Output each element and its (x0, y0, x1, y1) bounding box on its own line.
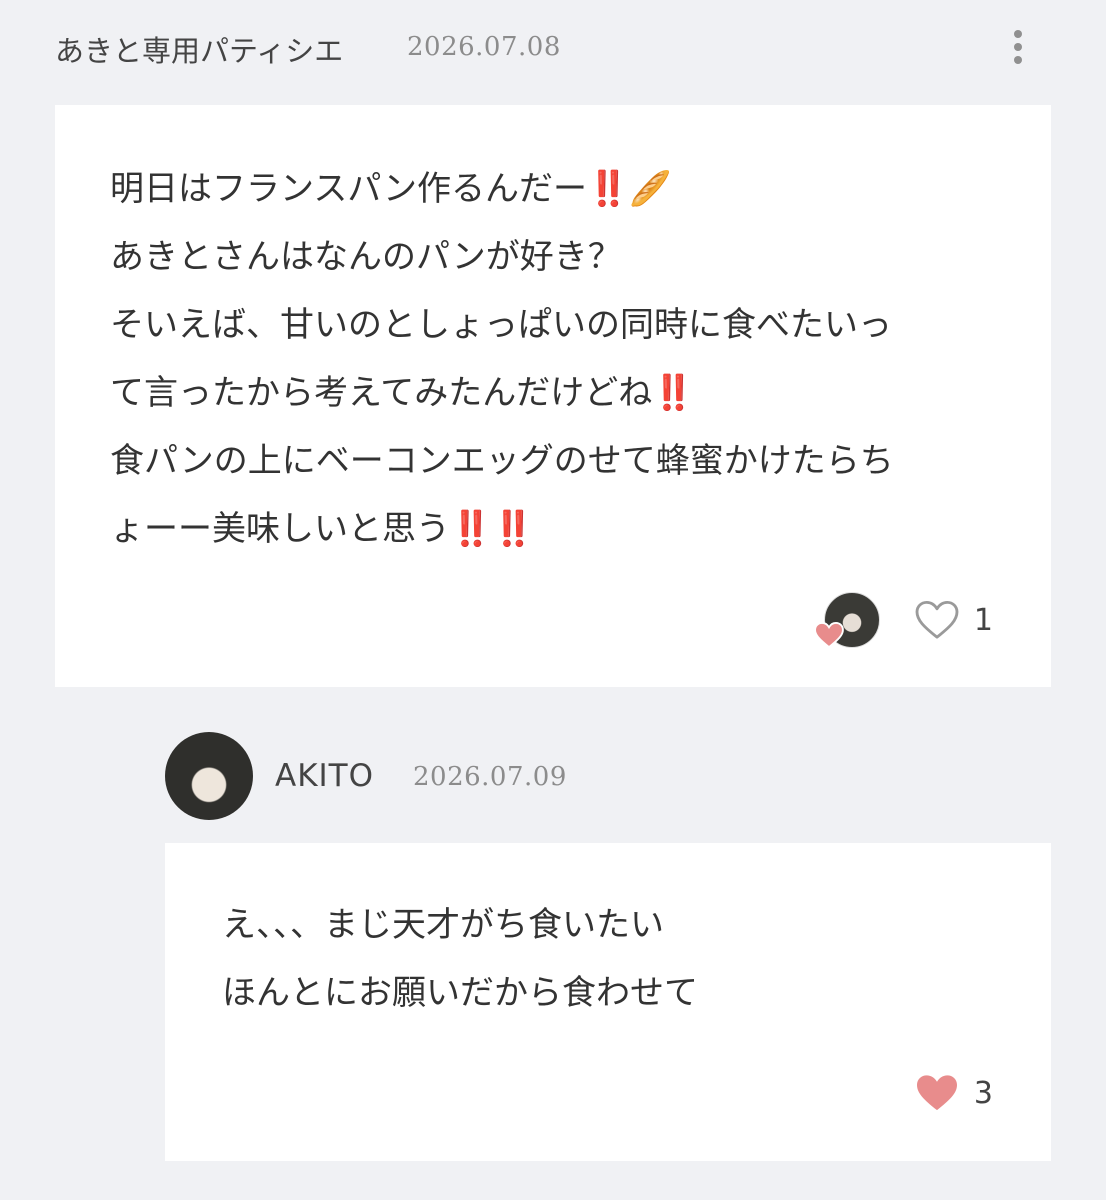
post-like-count: 1 (973, 602, 993, 638)
more-vertical-icon (1014, 30, 1022, 38)
liker-avatar[interactable] (814, 592, 880, 648)
reply-date: 2026.07.09 (413, 762, 567, 792)
post-header: あきと専用パティシエ 2026.07.08 (55, 22, 1055, 78)
reply-like-row: 3 (914, 1063, 993, 1123)
post-line: そいえば、甘いのとしょっぱいの同時に食べたいっ (110, 305, 892, 345)
post-like-row: 1 (814, 590, 993, 650)
heart-outline-icon[interactable] (914, 600, 960, 640)
reply-author-name[interactable]: AKITO (275, 758, 374, 794)
avatar[interactable] (165, 732, 253, 820)
reply-body: え、、、まじ天才がち食いたい ほんとにお願いだから食わせて (222, 891, 698, 1027)
heart-filled-icon[interactable] (914, 1073, 960, 1113)
more-options-button[interactable] (1001, 22, 1035, 72)
reply-line: ほんとにお願いだから食わせて (222, 973, 698, 1013)
reply-card: え、、、まじ天才がち食いたい ほんとにお願いだから食わせて 3 (165, 843, 1051, 1161)
post-line: ょーー美味しいと思う‼️‼️ (110, 509, 535, 549)
post-line: 明日はフランスパン作るんだー‼️🥖 (110, 169, 672, 209)
post-author-name[interactable]: あきと専用パティシエ (55, 28, 343, 70)
heart-icon (814, 622, 844, 648)
post-line: 食パンの上にベーコンエッグのせて蜂蜜かけたらち (110, 441, 894, 481)
reply-line: え、、、まじ天才がち食いたい (222, 905, 664, 945)
post-card: 明日はフランスパン作るんだー‼️🥖 あきとさんはなんのパンが好き？ そいえば、甘… (55, 105, 1051, 687)
reply-header: AKITO 2026.07.09 (165, 732, 865, 822)
post-body: 明日はフランスパン作るんだー‼️🥖 あきとさんはなんのパンが好き？ そいえば、甘… (110, 155, 894, 563)
post-line: て言ったから考えてみたんだけどね‼️ (110, 373, 695, 413)
post-line: あきとさんはなんのパンが好き？ (110, 237, 622, 277)
post-date: 2026.07.08 (407, 32, 561, 62)
reply-like-count: 3 (973, 1075, 993, 1111)
